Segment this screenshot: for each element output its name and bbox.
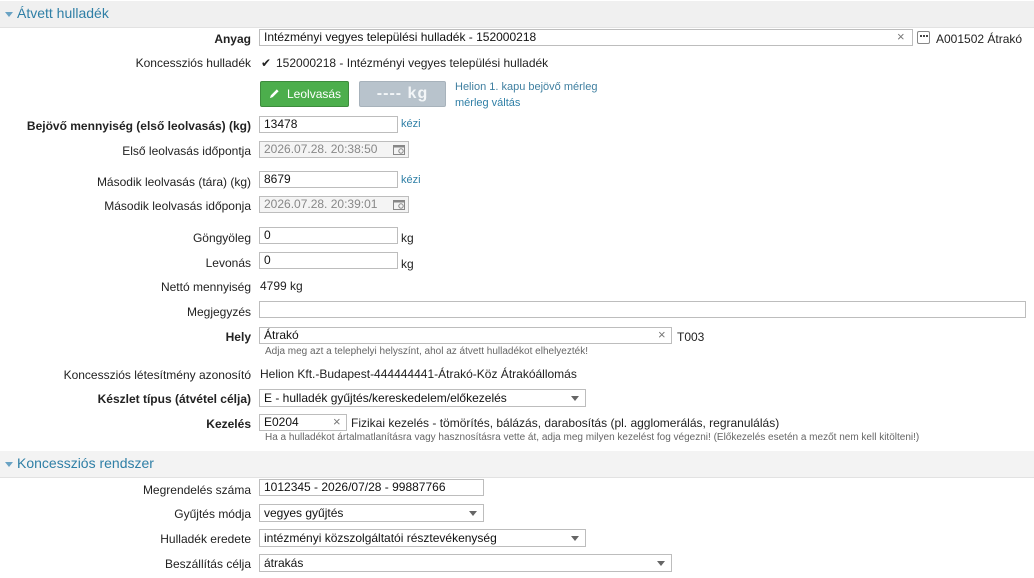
elso-leolvasas-idopont-input[interactable]: 2026.07.28. 20:38:50: [259, 141, 409, 158]
masodik-leolvasas-idopont-label: Második leolvasás időponja: [104, 199, 251, 213]
hely-label: Hely: [225, 330, 251, 344]
bejovo-mennyiseg-input[interactable]: 13478: [259, 116, 398, 133]
gongyoleg-unit: kg: [401, 231, 414, 245]
hulladek-eredete-value: intézményi közszolgáltatói résztevékenys…: [264, 531, 497, 545]
gyujtes-modja-value: vegyes gyűjtés: [264, 506, 344, 520]
anyag-label: Anyag: [214, 32, 251, 46]
hely-code: T003: [677, 330, 705, 344]
elso-leolvasas-idopont-value: 2026.07.28. 20:38:50: [264, 142, 378, 156]
letesitmeny-azonosito-value: Helion Kft.-Budapest-444444441-Átrakó-Kö…: [260, 367, 577, 381]
keszlet-tipus-value: E - hulladék gyűjtés/kereskedelem/előkez…: [264, 391, 507, 405]
masodik-leolvasas-input[interactable]: 8679: [259, 171, 398, 188]
section-title: Átvett hulladék: [17, 5, 109, 21]
levonas-input[interactable]: 0: [259, 252, 398, 269]
megrendeles-szama-label: Megrendelés száma: [142, 483, 251, 497]
scale-source-text: Helion 1. kapu bejövő mérleg: [455, 81, 598, 93]
beszallitas-celja-select[interactable]: átrakás: [259, 554, 672, 572]
hely-input[interactable]: Átrakó: [259, 327, 672, 344]
masodik-leolvasas-value: 8679: [264, 172, 291, 186]
kezeles-label: Kezelés: [206, 417, 251, 431]
calendar-icon[interactable]: [393, 199, 405, 210]
elso-leolvasas-idopont-label: Első leolvasás időpontja: [122, 144, 251, 158]
netto-mennyiseg-label: Nettó mennyiség: [160, 280, 251, 294]
masodik-kezi-link[interactable]: kézi: [401, 174, 421, 186]
bejovo-mennyiseg-label: Bejövő mennyiség (első leolvasás) (kg): [26, 119, 251, 133]
scale-weight-display: ---- kg: [359, 81, 446, 107]
anyag-clear-icon[interactable]: ×: [897, 30, 905, 44]
pencil-icon: [269, 89, 279, 99]
section-header-koncesszios-rendszer[interactable]: Koncessziós rendszer: [0, 451, 1034, 478]
chevron-down-icon: [571, 536, 579, 541]
kezeles-clear-icon[interactable]: ×: [333, 415, 341, 429]
koncesszios-hulladek-value: 152000218 - Intézményi vegyes települési…: [276, 56, 549, 70]
anyag-lookup-button[interactable]: [917, 31, 930, 44]
masodik-leolvasas-idopont-value: 2026.07.28. 20:39:01: [264, 197, 378, 211]
koncesszios-hulladek-label: Koncessziós hulladék: [135, 56, 251, 70]
gongyoleg-label: Göngyöleg: [192, 231, 251, 245]
netto-mennyiseg-value: 4799 kg: [260, 279, 303, 293]
keszlet-tipus-select[interactable]: E - hulladék gyűjtés/kereskedelem/előkez…: [259, 389, 586, 407]
hely-hint: Adja meg azt a telephelyi helyszínt, aho…: [265, 346, 588, 357]
collapse-triangle-icon: [5, 12, 13, 17]
megjegyzes-input[interactable]: [259, 301, 1026, 318]
levonas-unit: kg: [401, 257, 414, 271]
netto-value: 4799: [260, 279, 287, 293]
section-header-atvett-hulladek[interactable]: Átvett hulladék: [0, 1, 1034, 28]
kezeles-hint: Ha a hulladékot ártalmatlanításra vagy h…: [265, 432, 920, 443]
megrendeles-szama-input[interactable]: 1012345 - 2026/07/28 - 99887766: [259, 479, 484, 496]
chevron-down-icon: [657, 561, 665, 566]
hulladek-eredete-select[interactable]: intézményi közszolgáltatói résztevékenys…: [259, 529, 586, 547]
collapse-triangle-icon: [5, 462, 13, 467]
chevron-down-icon: [469, 511, 477, 516]
megrendeles-szama-value: 1012345 - 2026/07/28 - 99887766: [264, 480, 446, 494]
anyag-value: Intézményi vegyes települési hulladék - …: [264, 30, 537, 44]
kezeles-description: Fizikai kezelés - tömörítés, bálázás, da…: [351, 416, 780, 430]
letesitmeny-azonosito-label: Koncessziós létesítmény azonosító: [63, 368, 251, 382]
leolvasas-button[interactable]: Leolvasás: [260, 81, 349, 107]
calendar-icon[interactable]: [393, 144, 405, 155]
hulladek-eredete-label: Hulladék eredete: [160, 532, 251, 546]
bejovo-kezi-link[interactable]: kézi: [401, 118, 421, 130]
masodik-leolvasas-idopont-input[interactable]: 2026.07.28. 20:39:01: [259, 196, 409, 213]
keszlet-tipus-label: Készlet típus (átvétel célja): [97, 392, 251, 406]
hely-clear-icon[interactable]: ×: [658, 328, 666, 342]
gyujtes-modja-select[interactable]: vegyes gyűjtés: [259, 504, 484, 522]
section-title: Koncessziós rendszer: [17, 455, 154, 471]
levonas-value: 0: [264, 253, 271, 267]
gongyoleg-input[interactable]: 0: [259, 227, 398, 244]
anyag-input[interactable]: Intézményi vegyes települési hulladék - …: [259, 29, 913, 46]
check-icon: ✔: [261, 56, 272, 70]
masodik-leolvasas-label: Második leolvasás (tára) (kg): [96, 175, 251, 189]
chevron-down-icon: [571, 396, 579, 401]
leolvasas-button-label: Leolvasás: [287, 87, 342, 101]
beszallitas-celja-label: Beszállítás célja: [164, 557, 251, 571]
netto-unit: kg: [290, 279, 303, 293]
kezeles-code: E0204: [264, 415, 299, 429]
hely-value: Átrakó: [264, 328, 299, 342]
gongyoleg-value: 0: [264, 228, 271, 242]
levonas-label: Levonás: [205, 256, 251, 270]
bejovo-mennyiseg-value: 13478: [264, 117, 298, 131]
beszallitas-celja-value: átrakás: [264, 556, 304, 570]
merleg-valtas-link[interactable]: mérleg váltás: [455, 97, 520, 109]
megjegyzes-label: Megjegyzés: [186, 305, 251, 319]
gyujtes-modja-label: Gyűjtés módja: [174, 507, 251, 521]
anyag-code: A001502 Átrakó: [936, 32, 1023, 46]
